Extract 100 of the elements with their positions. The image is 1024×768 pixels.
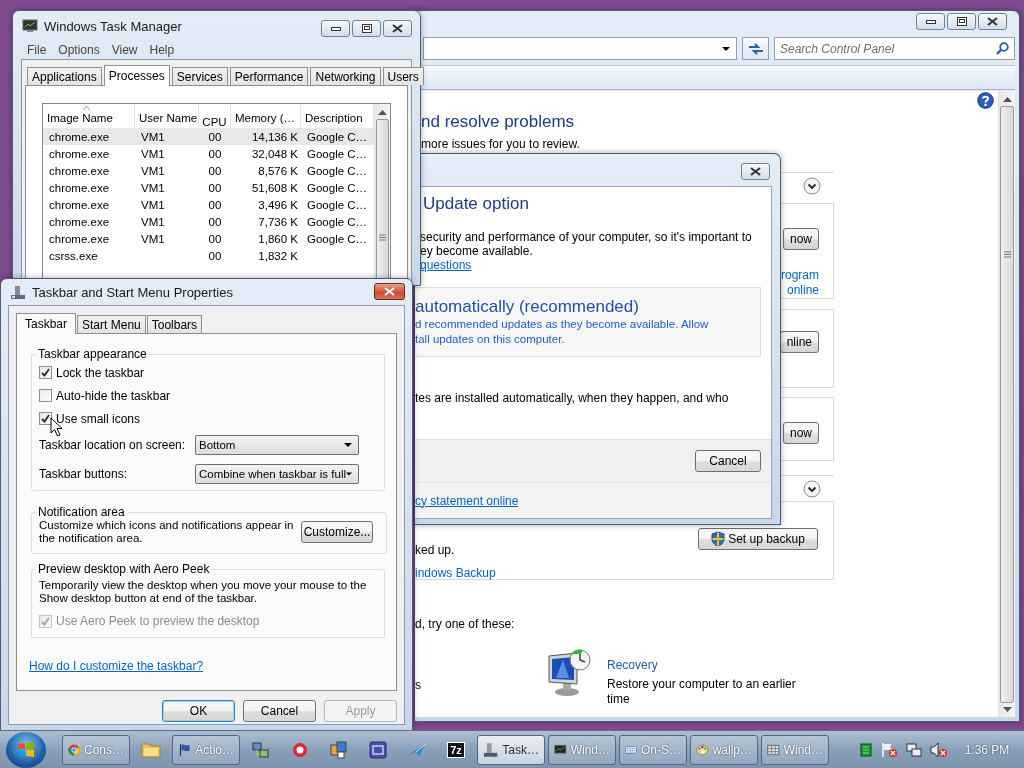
dialog-heading: Update option — [423, 193, 530, 215]
taskbar-button[interactable]: Task… — [477, 734, 545, 765]
speaker-muted-icon[interactable] — [930, 741, 948, 758]
flag-error-icon[interactable] — [880, 741, 898, 758]
maximize-button[interactable] — [352, 20, 381, 37]
address-bar[interactable] — [423, 37, 737, 60]
scroll-up-icon[interactable] — [378, 110, 387, 115]
description-text: Customize which icons and notifications appear in the notification area. — [39, 519, 295, 545]
table-cell: chrome.exe — [49, 232, 110, 245]
table-cell: VM1 — [141, 198, 165, 211]
chevron-down-icon[interactable] — [803, 479, 821, 498]
minimize-button[interactable] — [321, 20, 350, 37]
tab[interactable]: Applications — [27, 67, 102, 85]
tab[interactable]: Performance — [229, 67, 309, 85]
table-cell: 1,832 K — [258, 249, 298, 262]
chevron-down-icon[interactable] — [803, 176, 821, 195]
record-icon — [292, 741, 308, 758]
menu-item[interactable]: Help — [143, 43, 181, 57]
tab[interactable]: Services — [171, 67, 228, 85]
scroll-thumb[interactable] — [1000, 106, 1014, 703]
minimize-button[interactable] — [916, 13, 945, 30]
tab[interactable]: Taskbar — [16, 313, 77, 334]
tab[interactable]: Processes — [103, 65, 170, 86]
menu-item[interactable]: File — [21, 43, 53, 57]
tab[interactable]: Start Menu — [77, 315, 146, 333]
tab[interactable]: Users — [382, 67, 424, 85]
maximize-button[interactable] — [947, 13, 976, 30]
field-label: Taskbar buttons: — [39, 466, 128, 481]
link[interactable]: rogram — [781, 268, 819, 283]
refresh-button[interactable] — [742, 37, 769, 60]
network-icon[interactable] — [906, 741, 922, 758]
action-button[interactable]: now — [783, 422, 819, 444]
checkbox[interactable] — [39, 389, 52, 402]
palette-icon — [696, 741, 709, 758]
table-cell: 00 — [208, 181, 222, 194]
table-row[interactable]: chrome.exe VM1 00 1,860 K Google C… — [43, 230, 374, 247]
table-row[interactable]: chrome.exe VM1 00 32,048 K Google C… — [43, 145, 374, 162]
close-button[interactable] — [978, 13, 1007, 30]
checkbox[interactable] — [39, 412, 52, 425]
menu-item[interactable]: Options — [52, 43, 106, 57]
dialog-button[interactable]: Cancel — [243, 700, 316, 722]
option-panel[interactable]: automatically (recommended) d recommended updates as they become available. Allow tall updates on this computer. — [415, 287, 761, 357]
table-cell: 7,736 K — [258, 215, 298, 228]
link[interactable]: Recovery — [607, 658, 817, 673]
tab[interactable]: Toolbars — [146, 315, 203, 333]
dropdown[interactable]: Bottom — [195, 434, 359, 455]
note-text: tes are installed automatically, when they happen, and who — [415, 391, 730, 405]
table-cell: csrss.exe — [49, 249, 98, 262]
help-icon[interactable] — [977, 92, 994, 109]
close-button[interactable] — [383, 20, 412, 37]
grip-icon — [379, 233, 386, 241]
table-cell: 3,496 K — [258, 198, 298, 211]
tab[interactable]: Networking — [310, 67, 381, 85]
taskbar-icon — [10, 284, 26, 300]
table-cell: Google C… — [307, 232, 368, 245]
heading: nd resolve problems — [421, 111, 576, 133]
start-button[interactable] — [6, 731, 46, 768]
keyboard-icon — [625, 743, 637, 756]
link[interactable]: online — [786, 283, 819, 298]
scroll-down-icon[interactable] — [1002, 707, 1012, 712]
action-button[interactable]: nline — [779, 331, 819, 353]
table-cell: VM1 — [141, 215, 165, 228]
link[interactable]: cy statement online — [415, 493, 519, 508]
table-cell: 8,576 K — [258, 164, 298, 177]
menu-item[interactable]: View — [105, 43, 144, 57]
close-button[interactable] — [374, 283, 405, 300]
setup-backup-button[interactable]: Set up backup — [698, 528, 818, 550]
description-text: security and performance of your computer, so it's important to — [420, 230, 753, 244]
windows-icon — [330, 740, 348, 759]
help-link[interactable]: How do I customize the taskbar? — [29, 659, 204, 673]
link[interactable]: questions — [420, 258, 472, 272]
scroll-up-icon[interactable] — [1002, 97, 1012, 102]
checkmark-icon — [41, 368, 50, 377]
table-row[interactable]: csrss.exe 00 1,832 K — [43, 247, 374, 264]
link[interactable]: indows Backup — [415, 566, 496, 580]
table-row[interactable]: chrome.exe VM1 00 3,496 K Google C… — [43, 196, 374, 213]
table-cell: Google C… — [307, 181, 368, 194]
search-field[interactable]: Search Control Panel — [774, 37, 1015, 60]
maximize-icon — [361, 24, 372, 33]
recovery-icon[interactable] — [547, 648, 591, 698]
table-cell: Google C… — [307, 198, 368, 211]
checkbox[interactable] — [39, 366, 52, 379]
taskbar-icon-button[interactable]: 7z — [438, 734, 474, 765]
close-button[interactable] — [741, 163, 770, 180]
checkbox-label: Use Aero Peek to preview the desktop — [56, 614, 260, 628]
dialog-button[interactable]: OK — [162, 700, 235, 722]
table-row[interactable]: chrome.exe VM1 00 51,608 K Google C… — [43, 179, 374, 196]
browser-icon — [68, 741, 80, 758]
table-row[interactable]: chrome.exe VM1 00 8,576 K Google C… — [43, 162, 374, 179]
cancel-button[interactable]: Cancel — [695, 450, 761, 472]
table-row[interactable]: chrome.exe VM1 00 14,136 K Google C… — [43, 128, 374, 145]
dropdown[interactable]: Combine when taskbar is full — [195, 463, 359, 484]
customize-button[interactable]: Customize... — [301, 521, 373, 543]
meter-icon[interactable] — [860, 742, 872, 757]
table-row[interactable]: chrome.exe VM1 00 7,736 K Google C… — [43, 213, 374, 230]
minimize-icon — [925, 19, 936, 24]
window-title: Taskbar and Start Menu Properties — [32, 284, 234, 300]
action-button[interactable]: now — [783, 228, 819, 250]
paper-plane-icon — [407, 742, 427, 757]
checkmark-icon — [41, 414, 50, 423]
